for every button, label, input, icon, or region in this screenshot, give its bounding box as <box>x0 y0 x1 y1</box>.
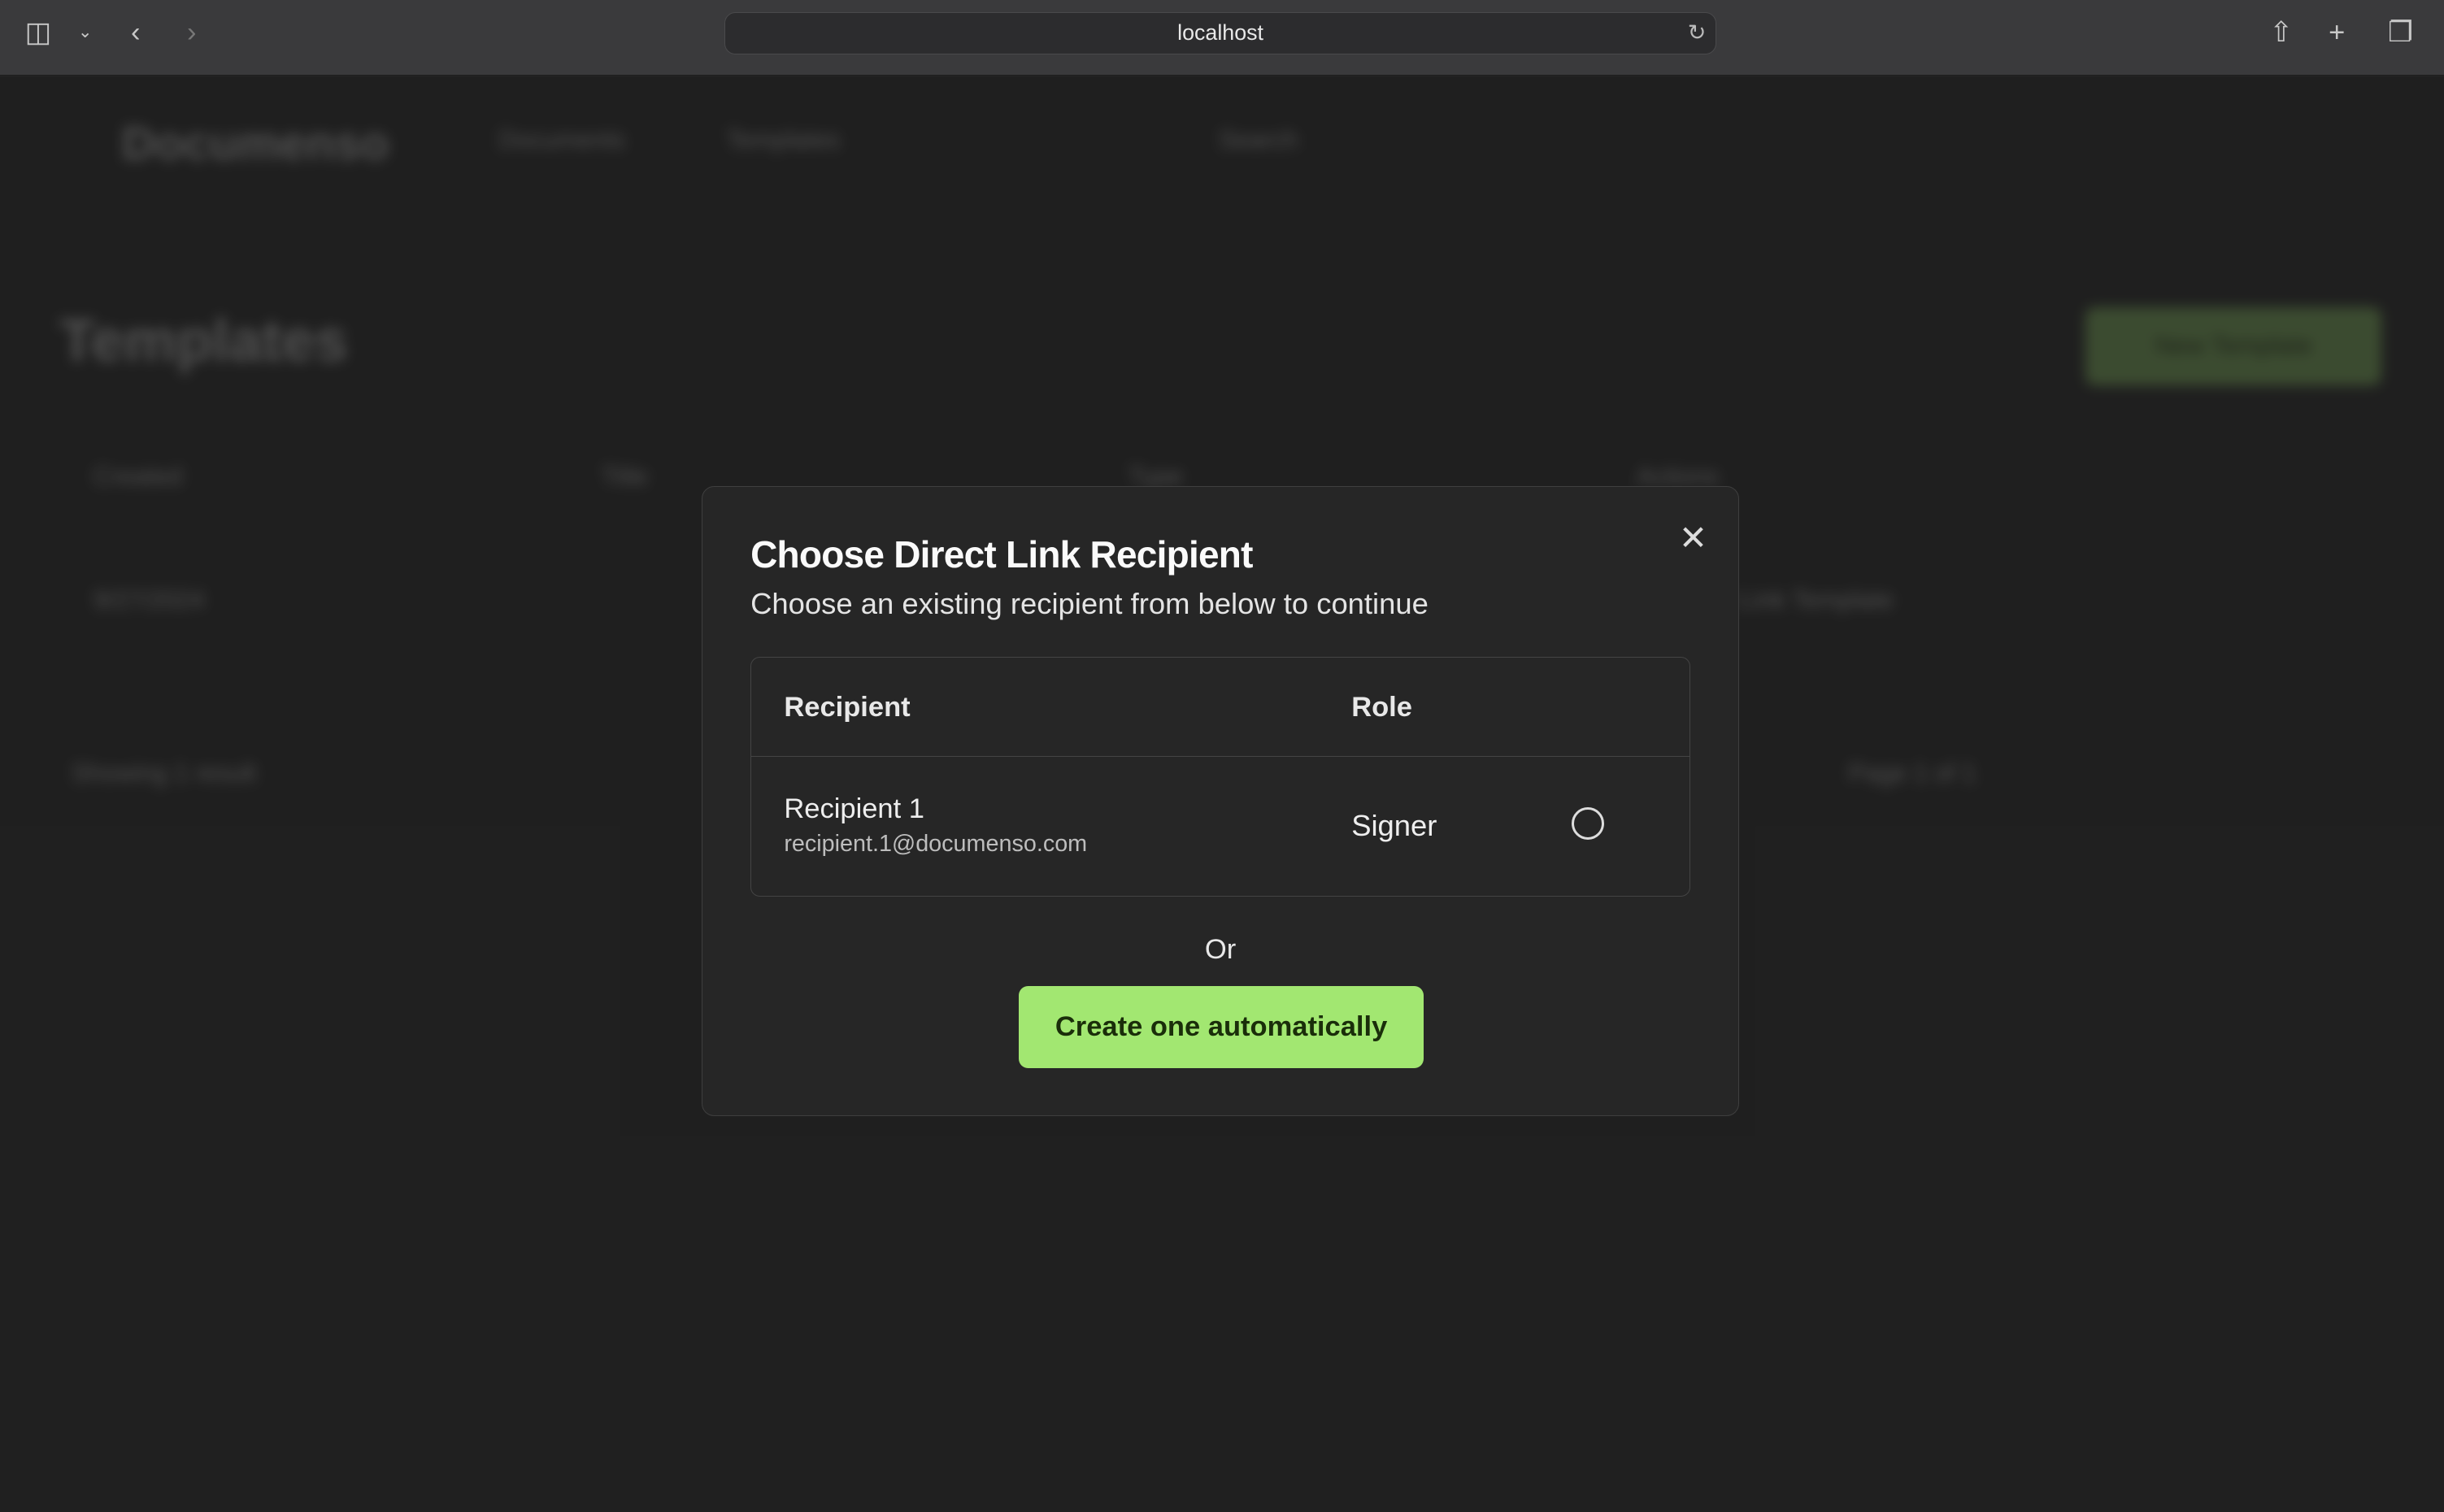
share-icon[interactable]: ⇧ <box>2269 15 2293 50</box>
tabs-overview-icon[interactable]: ❐ <box>2388 15 2413 50</box>
close-icon[interactable]: ✕ <box>1679 518 1707 558</box>
recipient-role: Signer <box>1351 809 1437 843</box>
dialog-subtitle: Choose an existing recipient from below … <box>750 586 1429 620</box>
recipient-name: Recipient 1 <box>784 793 924 824</box>
chevron-down-icon[interactable]: ⌄ <box>78 15 93 50</box>
create-automatically-button[interactable]: Create one automatically <box>1018 985 1424 1069</box>
recipient-email: recipient.1@documenso.com <box>784 830 1088 857</box>
or-separator: Or <box>1204 934 1237 966</box>
direct-link-recipient-dialog: Choose Direct Link Recipient Choose an e… <box>701 486 1740 1116</box>
header-role: Role <box>1351 692 1412 723</box>
recipient-radio[interactable] <box>1571 807 1604 841</box>
address-bar[interactable]: localhost ↻ <box>724 12 1716 55</box>
divider <box>751 755 1690 757</box>
browser-toolbar: ◫ ⌄ ‹ › localhost ↻ ⇧ + ❐ <box>0 0 2444 76</box>
sidebar-toggle-icon[interactable]: ◫ <box>25 15 52 50</box>
recipients-table: Recipient Role Recipient 1 recipient.1@d… <box>750 657 1691 897</box>
dialog-title: Choose Direct Link Recipient <box>750 532 1253 576</box>
url-text: localhost <box>1177 20 1264 46</box>
header-recipient: Recipient <box>784 692 911 723</box>
back-icon[interactable]: ‹ <box>131 15 141 50</box>
new-tab-icon[interactable]: + <box>2329 15 2345 50</box>
forward-icon[interactable]: › <box>187 15 197 50</box>
reload-icon[interactable]: ↻ <box>1688 13 1706 54</box>
